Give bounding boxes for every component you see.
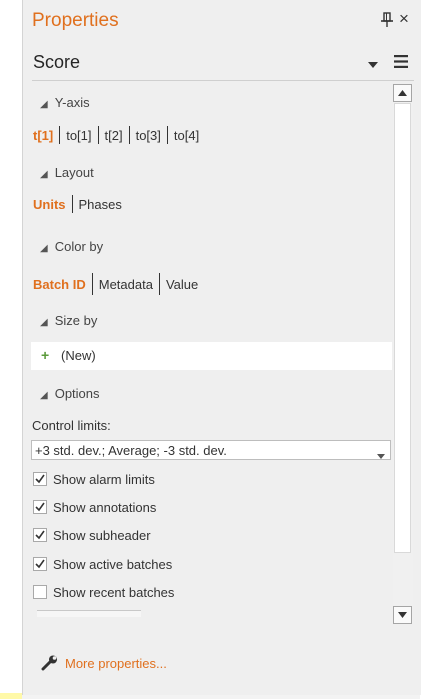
layout-options: Units Phases	[33, 195, 122, 213]
checkbox-label: Show annotations	[53, 500, 157, 515]
checkbox[interactable]	[33, 472, 47, 486]
control-limits-label: Control limits:	[32, 418, 111, 433]
checkbox[interactable]	[33, 585, 47, 599]
checkbox[interactable]	[33, 557, 47, 571]
y-axis-option-to4[interactable]: to[4]	[174, 128, 199, 143]
color-by-option-value[interactable]: Value	[166, 277, 198, 292]
vertical-scrollbar[interactable]	[393, 84, 413, 624]
more-properties-label: More properties...	[65, 656, 167, 671]
separator	[91, 273, 93, 295]
clipped-control	[37, 610, 141, 617]
collapse-toggle-icon: ◢	[40, 99, 48, 110]
collapse-toggle-icon: ◢	[40, 169, 48, 180]
checkbox[interactable]	[33, 528, 47, 542]
panel-header: Properties ×	[23, 0, 421, 42]
y-axis-option-t2[interactable]: t[2]	[105, 128, 123, 143]
panel-bottom-edge	[22, 695, 420, 699]
y-axis-option-t1[interactable]: t[1]	[33, 128, 53, 143]
scrollbar-track[interactable]	[393, 102, 412, 606]
y-axis-option-to1[interactable]: to[1]	[66, 128, 91, 143]
section-title: Layout	[54, 165, 94, 180]
checkbox-label: Show subheader	[53, 528, 151, 543]
scroll-up-button[interactable]	[393, 84, 412, 102]
section-header-size-by[interactable]: ◢ Size by	[40, 313, 97, 328]
scrollbar-thumb[interactable]	[394, 103, 411, 553]
properties-panel: Properties × Score ◢ Y-axis t[1] to[1] t…	[22, 0, 421, 695]
separator	[128, 126, 130, 144]
checkbox-label: Show recent batches	[53, 585, 175, 600]
size-by-new-label: (New)	[61, 348, 96, 363]
separator	[97, 126, 99, 144]
size-by-new-item[interactable]: + (New)	[31, 342, 392, 370]
hamburger-menu-icon[interactable]	[394, 55, 408, 71]
y-axis-options: t[1] to[1] t[2] to[3] to[4]	[33, 126, 199, 144]
section-header-color-by[interactable]: ◢ Color by	[40, 239, 103, 254]
checkbox[interactable]	[33, 500, 47, 514]
separator	[166, 126, 168, 144]
panel-title: Properties	[32, 10, 119, 31]
section-title: Size by	[54, 313, 98, 328]
checkbox-label: Show active batches	[53, 557, 173, 572]
caret-down-icon[interactable]	[368, 56, 378, 71]
color-by-option-batch-id[interactable]: Batch ID	[33, 277, 86, 292]
section-header-layout[interactable]: ◢ Layout	[40, 165, 94, 180]
scroll-down-button[interactable]	[393, 606, 412, 624]
collapse-toggle-icon: ◢	[40, 243, 48, 254]
section-title: Y-axis	[54, 95, 90, 110]
wrench-icon	[41, 655, 59, 674]
section-title: Color by	[54, 239, 104, 254]
collapse-toggle-icon: ◢	[40, 390, 48, 401]
layout-option-phases[interactable]: Phases	[79, 197, 122, 212]
separator	[71, 195, 73, 213]
view-selector[interactable]: Score	[32, 44, 414, 81]
color-by-options: Batch ID Metadata Value	[33, 273, 198, 295]
properties-content: ◢ Y-axis t[1] to[1] t[2] to[3] to[4] ◢ Layout …	[23, 84, 393, 624]
control-limits-value: +3 std. dev.; Average; -3 std. dev.	[35, 443, 227, 458]
separator	[59, 126, 61, 144]
separator	[158, 273, 160, 295]
chevron-down-icon	[377, 447, 385, 462]
view-selector-value: Score	[33, 52, 81, 72]
close-icon[interactable]: ×	[399, 9, 409, 29]
pin-icon[interactable]	[380, 12, 394, 28]
checkbox-label: Show alarm limits	[53, 472, 155, 487]
color-by-option-metadata[interactable]: Metadata	[99, 277, 153, 292]
collapse-toggle-icon: ◢	[40, 317, 48, 328]
window-edge-highlight	[0, 693, 22, 699]
y-axis-option-to3[interactable]: to[3]	[136, 128, 161, 143]
layout-option-units[interactable]: Units	[33, 197, 66, 212]
section-header-options[interactable]: ◢ Options	[40, 386, 100, 401]
plus-icon: +	[41, 347, 50, 363]
section-title: Options	[54, 386, 100, 401]
control-limits-select[interactable]: +3 std. dev.; Average; -3 std. dev.	[31, 440, 391, 460]
section-header-y-axis[interactable]: ◢ Y-axis	[40, 95, 90, 110]
